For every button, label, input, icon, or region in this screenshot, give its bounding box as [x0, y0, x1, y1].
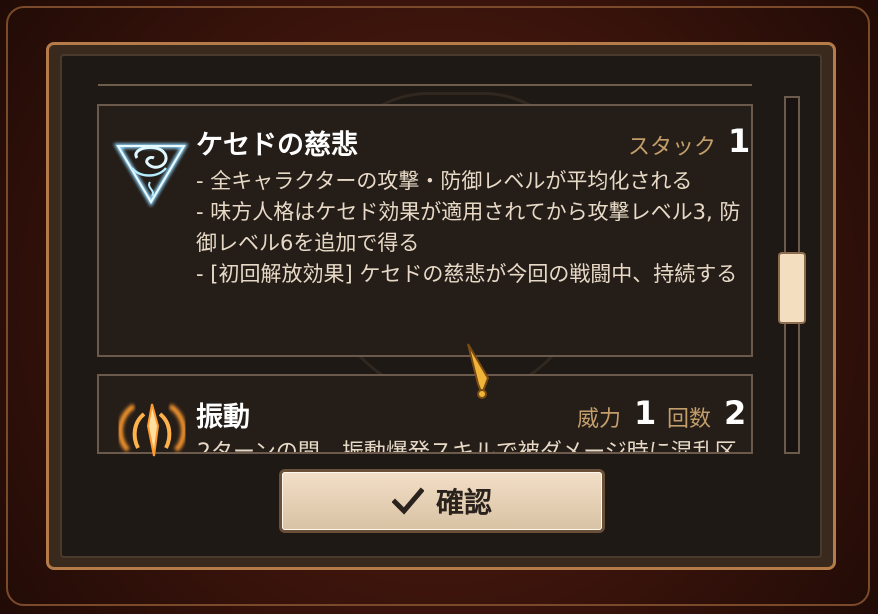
description-line: - [初回解放効果] ケセドの慈悲が今回の戦闘中、持続する [196, 262, 738, 286]
power-label: 威力 [577, 407, 622, 432]
effect-title-kesed: ケセドの慈悲 [196, 130, 358, 161]
scrollbar-thumb[interactable] [780, 254, 804, 322]
confirm-label: 確認 [435, 486, 492, 519]
effect-description-tremor: 2ターンの間、振動爆発スキルで被ダメージ時に混乱区 [197, 440, 737, 454]
effect-description-kesed: - 全キャラクターの攻撃・防御レベルが平均化される - 味方人格はケセド効果が適… [196, 166, 744, 290]
confirm-button[interactable]: 確認 [282, 472, 602, 530]
stack-value: 1 [728, 122, 751, 160]
top-divider [98, 84, 752, 86]
count-label: 回数 [667, 407, 712, 432]
tremor-icon [117, 403, 187, 457]
game-dialog-frame: ケセドの慈悲 スタック 1 - 全キャラクターの攻撃・防御レベルが平均化される … [0, 0, 878, 614]
stack-label: スタック [628, 135, 717, 160]
check-icon [391, 487, 424, 515]
power-value: 1 [634, 394, 657, 432]
count-value: 2 [724, 394, 747, 432]
kesed-emblem-icon [113, 143, 189, 207]
effect-title-tremor: 振動 [196, 402, 250, 433]
pointer-cursor-icon [467, 343, 490, 399]
description-line: - 味方人格はケセド効果が適用されてから攻撃レベル3, 防御レベル6を追加で得る [196, 200, 741, 255]
description-line: - 全キャラクターの攻撃・防御レベルが平均化される [196, 169, 693, 193]
